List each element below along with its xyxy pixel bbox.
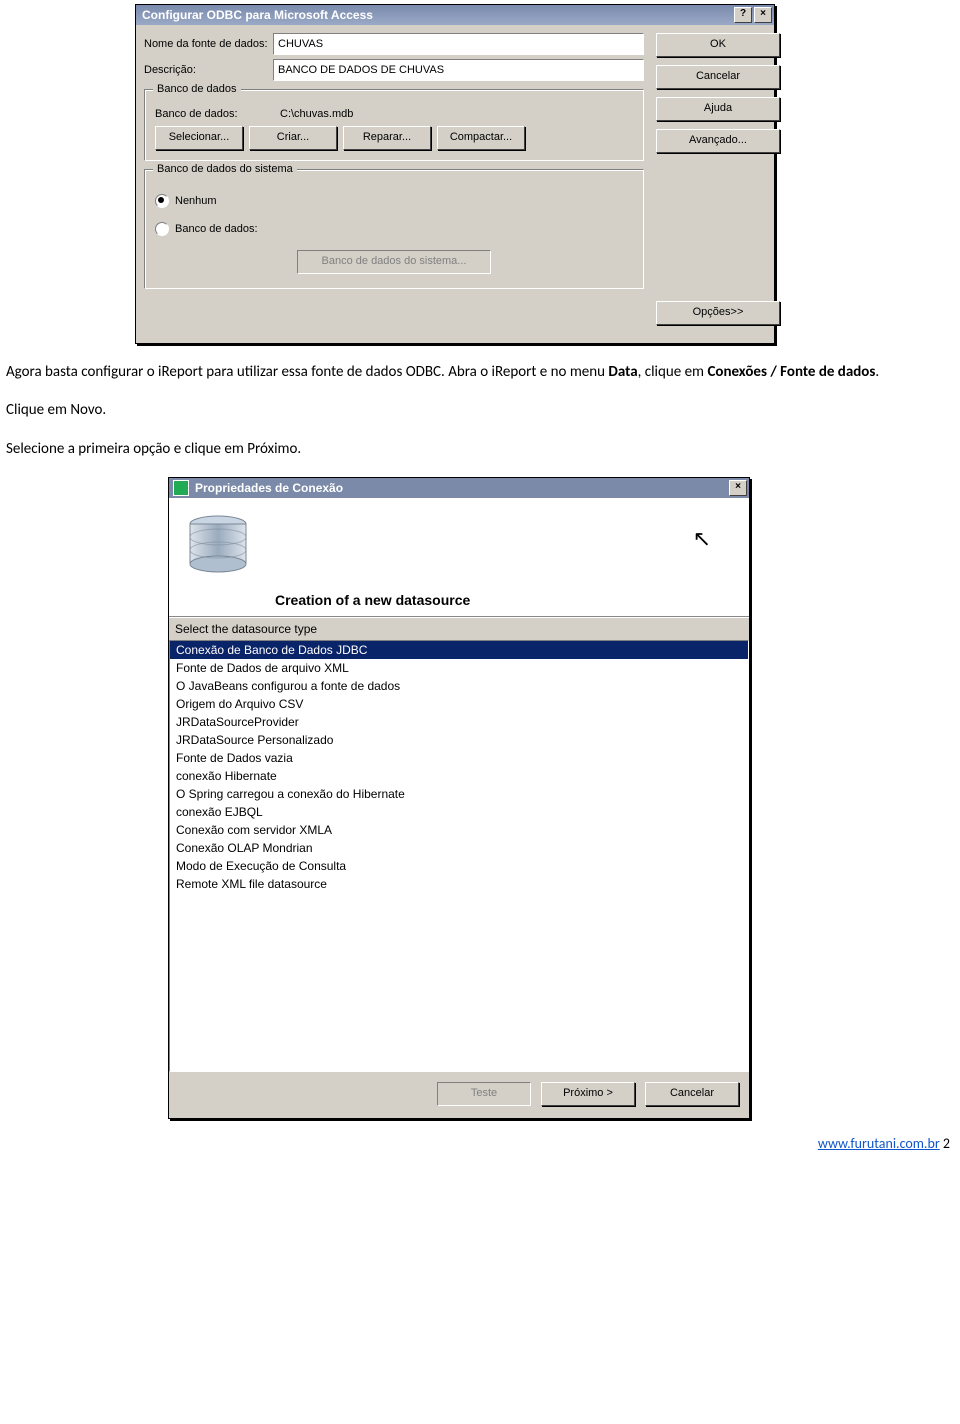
database-icon bbox=[183, 510, 253, 583]
dialog-title: Configurar ODBC para Microsoft Access bbox=[142, 8, 373, 22]
close-icon[interactable]: × bbox=[729, 480, 747, 496]
dialog-titlebar: Propriedades de Conexão × bbox=[169, 478, 749, 498]
list-item[interactable]: Conexão OLAP Mondrian bbox=[170, 839, 748, 857]
app-icon bbox=[173, 480, 189, 496]
list-item[interactable]: conexão EJBQL bbox=[170, 803, 748, 821]
list-item[interactable]: JRDataSource Personalizado bbox=[170, 731, 748, 749]
list-item[interactable]: Conexão com servidor XMLA bbox=[170, 821, 748, 839]
description-input[interactable] bbox=[273, 59, 644, 81]
doc-p3: Selecione a primeira opção e clique em P… bbox=[6, 439, 954, 459]
radio-none-label: Nenhum bbox=[175, 195, 217, 207]
radio-none[interactable]: Nenhum bbox=[155, 194, 633, 208]
repair-button[interactable]: Reparar... bbox=[343, 126, 431, 150]
list-item[interactable]: Origem do Arquivo CSV bbox=[170, 695, 748, 713]
datasource-name-input[interactable] bbox=[273, 33, 644, 55]
dialog-header-title: Creation of a new datasource bbox=[275, 592, 470, 608]
datasource-type-list[interactable]: Conexão de Banco de Dados JDBCFonte de D… bbox=[169, 640, 749, 1072]
dialog-titlebar: Configurar ODBC para Microsoft Access ? … bbox=[136, 5, 774, 25]
list-item[interactable]: Modo de Execução de Consulta bbox=[170, 857, 748, 875]
list-item[interactable]: JRDataSourceProvider bbox=[170, 713, 748, 731]
next-button[interactable]: Próximo > bbox=[541, 1082, 635, 1106]
advanced-button[interactable]: Avançado... bbox=[656, 129, 780, 153]
close-icon[interactable]: × bbox=[754, 7, 772, 23]
database-group: Banco de dados Banco de dados: C:\chuvas… bbox=[144, 89, 644, 161]
cursor-icon: ↖ bbox=[693, 526, 711, 552]
doc-p2: Clique em Novo. bbox=[6, 400, 954, 420]
create-button[interactable]: Criar... bbox=[249, 126, 337, 150]
dialog-header: ↖ Creation of a new datasource bbox=[169, 498, 749, 617]
database-path-value: C:\chuvas.mdb bbox=[280, 108, 353, 120]
ok-button[interactable]: OK bbox=[656, 33, 780, 57]
select-button[interactable]: Selecionar... bbox=[155, 126, 243, 150]
help-icon[interactable]: ? bbox=[734, 7, 752, 23]
page-number: 2 bbox=[943, 1135, 950, 1152]
list-item[interactable]: O JavaBeans configurou a fonte de dados bbox=[170, 677, 748, 695]
description-label: Descrição: bbox=[144, 64, 273, 76]
database-path-label: Banco de dados: bbox=[155, 108, 280, 120]
radio-database[interactable]: Banco de dados: bbox=[155, 222, 633, 236]
connection-properties-dialog: Propriedades de Conexão × bbox=[168, 477, 750, 1119]
footer-link[interactable]: www.furutani.com.br bbox=[818, 1135, 940, 1152]
radio-icon bbox=[155, 194, 169, 208]
page-footer: www.furutani.com.br 2 bbox=[0, 1119, 960, 1152]
list-item[interactable]: Remote XML file datasource bbox=[170, 875, 748, 893]
dialog-title: Propriedades de Conexão bbox=[195, 481, 343, 495]
doc-p1-c: , clique em bbox=[638, 363, 708, 381]
system-database-button: Banco de dados do sistema... bbox=[297, 250, 491, 274]
cancel-button[interactable]: Cancelar bbox=[656, 65, 780, 89]
dialog-subheader: Select the datasource type bbox=[169, 617, 749, 640]
doc-p1-a: Agora basta configurar o iReport para ut… bbox=[6, 363, 608, 381]
list-item[interactable]: conexão Hibernate bbox=[170, 767, 748, 785]
odbc-config-dialog: Configurar ODBC para Microsoft Access ? … bbox=[135, 4, 775, 344]
database-group-title: Banco de dados bbox=[153, 83, 241, 95]
list-item[interactable]: Fonte de Dados vazia bbox=[170, 749, 748, 767]
options-button[interactable]: Opções>> bbox=[656, 301, 780, 325]
test-button: Teste bbox=[437, 1082, 531, 1106]
list-item[interactable]: O Spring carregou a conexão do Hibernate bbox=[170, 785, 748, 803]
document-body-text: Agora basta configurar o iReport para ut… bbox=[0, 362, 960, 459]
doc-p1-d: Conexões / Fonte de dados bbox=[707, 363, 875, 381]
system-database-group-title: Banco de dados do sistema bbox=[153, 163, 297, 175]
radio-icon bbox=[155, 222, 169, 236]
system-database-group: Banco de dados do sistema Nenhum Banco d… bbox=[144, 169, 644, 289]
list-item[interactable]: Conexão de Banco de Dados JDBC bbox=[170, 641, 748, 659]
compact-button[interactable]: Compactar... bbox=[437, 126, 525, 150]
help-button[interactable]: Ajuda bbox=[656, 97, 780, 121]
radio-database-label: Banco de dados: bbox=[175, 223, 258, 235]
doc-p1-e: . bbox=[875, 363, 879, 381]
doc-p1-b: Data bbox=[608, 363, 637, 381]
list-item[interactable]: Fonte de Dados de arquivo XML bbox=[170, 659, 748, 677]
datasource-name-label: Nome da fonte de dados: bbox=[144, 38, 273, 50]
cancel-button[interactable]: Cancelar bbox=[645, 1082, 739, 1106]
